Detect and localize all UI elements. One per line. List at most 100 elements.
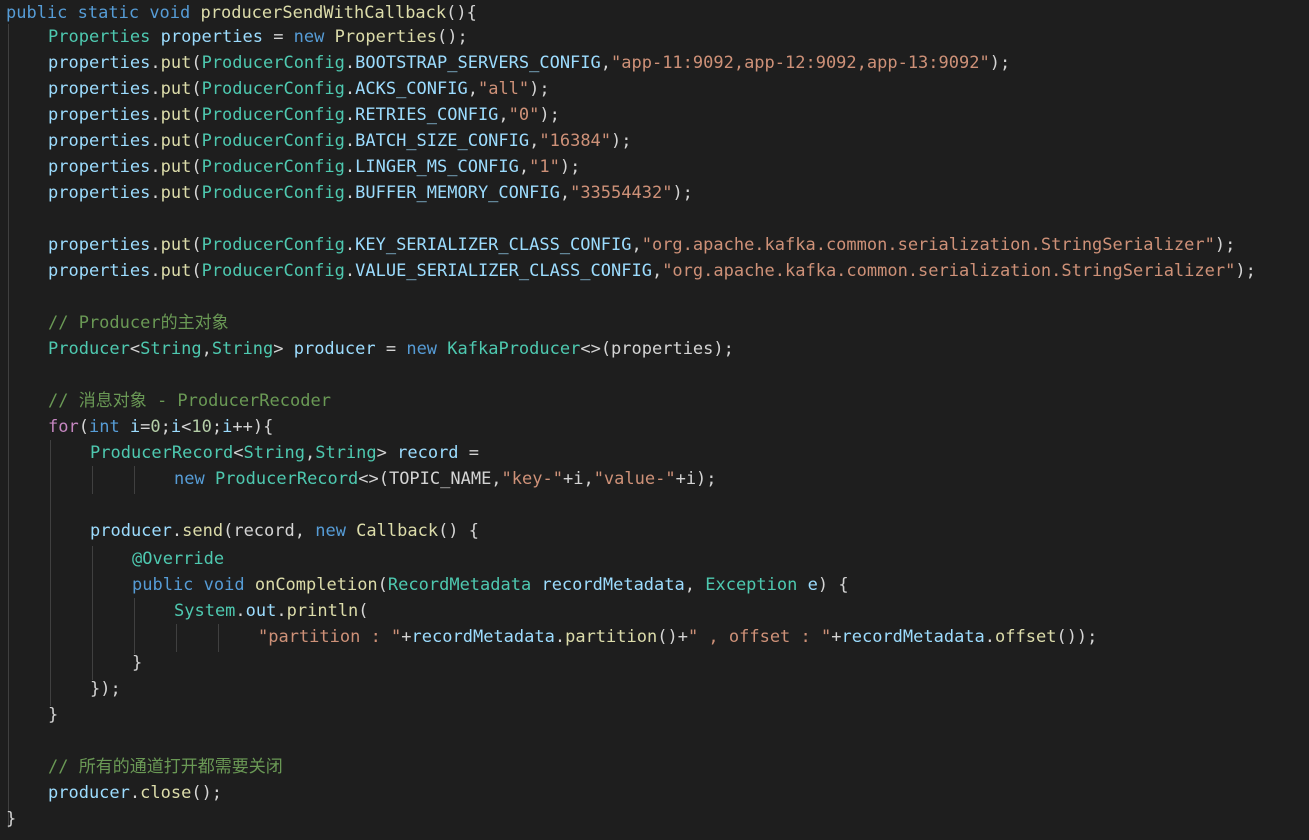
- code-line[interactable]: ProducerRecord<String,String> record =: [90, 440, 479, 466]
- code-line[interactable]: System.out.println(: [174, 598, 369, 624]
- code-line[interactable]: new ProducerRecord<>(TOPIC_NAME,"key-"+i…: [174, 466, 717, 492]
- code-token: "all": [477, 79, 530, 99]
- code-line[interactable]: Properties properties = new Properties()…: [48, 24, 468, 50]
- code-token: i: [222, 417, 233, 437]
- code-line[interactable]: properties.put(ProducerConfig.LINGER_MS_…: [48, 154, 580, 180]
- code-token: System: [174, 601, 236, 621]
- code-token: public: [132, 575, 204, 595]
- code-token: new: [293, 27, 335, 47]
- code-token: "16384": [539, 131, 612, 151]
- code-line[interactable]: }: [132, 650, 142, 676]
- code-token: RecordMetadata: [387, 575, 542, 595]
- code-token: ()+: [657, 627, 688, 647]
- code-token: String: [315, 443, 377, 463]
- code-token: BOOTSTRAP_SERVERS_CONFIG: [355, 53, 601, 73]
- code-token: .: [150, 157, 161, 177]
- code-token: }: [48, 705, 59, 725]
- code-token: );: [559, 157, 581, 177]
- code-token: (: [191, 131, 202, 151]
- code-line[interactable]: properties.put(ProducerConfig.VALUE_SERI…: [48, 258, 1256, 284]
- code-token: (: [191, 157, 202, 177]
- indent-guide-println-1: [176, 624, 177, 652]
- code-token: .: [344, 157, 356, 177]
- code-line[interactable]: producer.send(record, new Callback() {: [90, 518, 479, 544]
- code-token: =: [273, 27, 294, 47]
- code-token: ) {: [817, 575, 849, 595]
- indent-guide-for-loop: [50, 440, 51, 706]
- code-line[interactable]: public void onCompletion(RecordMetadata …: [132, 572, 849, 598]
- code-token: put: [160, 235, 192, 255]
- code-token: producer: [293, 339, 386, 359]
- code-token: properties: [48, 183, 151, 203]
- code-token: .: [150, 53, 161, 73]
- code-token: producerSendWithCallback: [200, 3, 447, 23]
- code-token: KEY_SERIALIZER_CLASS_CONFIG: [355, 235, 632, 255]
- code-line[interactable]: "partition : "+recordMetadata.partition(…: [258, 624, 1097, 650]
- code-line[interactable]: @Override: [132, 546, 224, 572]
- code-token: ProducerConfig: [201, 131, 345, 151]
- code-token: .: [150, 79, 161, 99]
- code-token: "partition : ": [258, 627, 402, 647]
- code-token: ,: [559, 183, 571, 203]
- indent-guide-method-body: [134, 598, 135, 654]
- code-token: properties: [48, 235, 151, 255]
- code-token: +: [831, 627, 842, 647]
- code-token: e: [807, 575, 818, 595]
- code-token: ();: [436, 27, 468, 47]
- code-line[interactable]: properties.put(ProducerConfig.ACKS_CONFI…: [48, 76, 550, 102]
- code-token: );: [539, 105, 560, 125]
- code-token: Exception: [705, 575, 808, 595]
- code-token: ProducerRecord: [90, 443, 234, 463]
- code-token: .: [171, 521, 183, 541]
- code-token: .: [276, 601, 287, 621]
- code-token: put: [160, 53, 192, 73]
- code-token: ,: [529, 131, 540, 151]
- code-line[interactable]: // 消息对象 - ProducerRecoder: [48, 388, 331, 414]
- indent-guide-record-continuation: [92, 466, 93, 494]
- code-token: 10: [191, 417, 212, 437]
- code-token: String: [211, 339, 274, 359]
- code-line[interactable]: }: [6, 806, 16, 832]
- code-token: properties: [48, 157, 151, 177]
- code-token: record: [397, 443, 469, 463]
- code-line[interactable]: // 所有的通道打开都需要关闭: [48, 754, 283, 780]
- code-token: new: [406, 339, 448, 359]
- code-token: i: [129, 417, 141, 437]
- code-token: for: [48, 417, 79, 437]
- code-line[interactable]: // Producer的主对象: [48, 310, 229, 336]
- code-line[interactable]: properties.put(ProducerConfig.BATCH_SIZE…: [48, 128, 632, 154]
- code-token: 0: [150, 417, 161, 437]
- code-token: (: [78, 417, 89, 437]
- code-line[interactable]: for(int i=0;i<10;i++){: [48, 414, 273, 440]
- code-line[interactable]: properties.put(ProducerConfig.RETRIES_CO…: [48, 102, 560, 128]
- code-token: +i);: [675, 469, 717, 489]
- code-token: .: [150, 261, 161, 281]
- code-token: });: [90, 679, 121, 699]
- code-line[interactable]: public static void producerSendWithCallb…: [6, 0, 477, 26]
- code-token: ProducerConfig: [201, 105, 345, 125]
- code-token: +: [401, 627, 412, 647]
- code-line[interactable]: producer.close();: [48, 780, 222, 806]
- code-token: close: [140, 783, 192, 803]
- code-line[interactable]: }: [48, 702, 58, 728]
- code-token: Properties: [48, 27, 161, 47]
- code-editor[interactable]: public static void producerSendWithCallb…: [0, 0, 1309, 840]
- code-token: properties: [48, 105, 151, 125]
- code-token: <: [233, 443, 244, 463]
- code-token: >: [273, 339, 294, 359]
- code-token: println: [286, 601, 359, 621]
- code-token: (: [191, 79, 202, 99]
- code-token: ,: [467, 79, 478, 99]
- indent-guide-callback: [92, 546, 93, 680]
- code-token: recordMetadata: [841, 627, 985, 647]
- code-token: <>(properties);: [580, 339, 734, 359]
- code-token: // 消息对象 - ProducerRecoder: [48, 391, 331, 411]
- code-line[interactable]: properties.put(ProducerConfig.KEY_SERIAL…: [48, 232, 1235, 258]
- code-token: out: [245, 601, 277, 621]
- code-token: String: [243, 443, 305, 463]
- code-line[interactable]: });: [90, 676, 121, 702]
- code-line[interactable]: properties.put(ProducerConfig.BUFFER_MEM…: [48, 180, 693, 206]
- code-line[interactable]: properties.put(ProducerConfig.BOOTSTRAP_…: [48, 50, 1010, 76]
- code-line[interactable]: Producer<String,String> producer = new K…: [48, 336, 734, 362]
- code-token: ProducerConfig: [201, 183, 345, 203]
